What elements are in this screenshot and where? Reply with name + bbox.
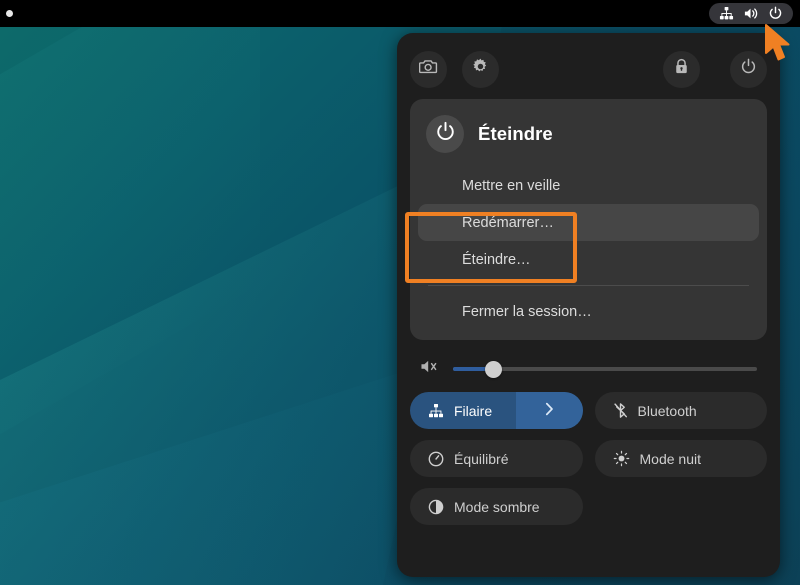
quick-toggle-grid: Filaire Bluetooth Équilibré Mode nuit Mo…: [410, 392, 767, 525]
camera-icon: [418, 58, 438, 80]
tile-label: Mode sombre: [454, 498, 540, 515]
settings-button[interactable]: [462, 50, 499, 88]
system-indicators-button[interactable]: [709, 3, 793, 24]
power-off-menu: Éteindre Mettre en veille Redémarrer… Ét…: [410, 99, 767, 340]
menu-item-log-out[interactable]: Fermer la session…: [418, 293, 759, 330]
desktop-screen: Éteindre Mettre en veille Redémarrer… Ét…: [0, 0, 800, 585]
power-profile-balanced-icon: [428, 451, 444, 467]
top-bar: [0, 0, 800, 27]
tile-label: Bluetooth: [637, 402, 697, 419]
tile-label: Mode nuit: [639, 450, 701, 467]
network-wired-icon: [719, 6, 734, 21]
tile-power-profile[interactable]: Équilibré: [410, 440, 583, 477]
volume-slider-handle[interactable]: [484, 360, 502, 378]
mouse-pointer: [763, 22, 793, 69]
power-button[interactable]: [730, 50, 767, 88]
power-menu-title: Éteindre: [478, 123, 553, 144]
quick-settings-header: [410, 47, 767, 91]
power-menu-badge: [426, 115, 464, 153]
power-menu-header: Éteindre: [410, 109, 767, 167]
volume-slider-row: [410, 352, 767, 386]
screenshot-button[interactable]: [410, 50, 447, 88]
tile-night-light[interactable]: Mode nuit: [594, 440, 767, 477]
menu-separator: [428, 285, 749, 286]
tile-wired-network[interactable]: Filaire: [410, 392, 583, 429]
menu-item-suspend[interactable]: Mettre en veille: [418, 167, 759, 204]
volume-slider[interactable]: [453, 360, 757, 378]
tile-dark-mode[interactable]: Mode sombre: [410, 488, 583, 525]
menu-item-restart[interactable]: Redémarrer…: [418, 204, 759, 241]
network-wired-icon: [428, 403, 444, 419]
tile-bluetooth[interactable]: Bluetooth: [594, 392, 767, 429]
gear-icon: [472, 58, 489, 80]
power-icon: [740, 58, 757, 80]
wired-network-expand-button[interactable]: [515, 392, 583, 429]
tile-label: Équilibré: [454, 450, 509, 467]
night-light-icon: [613, 450, 630, 467]
lock-icon: [674, 58, 689, 80]
menu-item-power-off[interactable]: Éteindre…: [418, 241, 759, 278]
bluetooth-disabled-icon: [613, 402, 628, 419]
chevron-right-icon: [544, 401, 555, 420]
quick-settings-panel: Éteindre Mettre en veille Redémarrer… Ét…: [397, 33, 780, 577]
lock-button[interactable]: [663, 50, 700, 88]
volume-icon: [743, 6, 759, 21]
power-icon: [435, 121, 456, 147]
dark-mode-icon: [428, 499, 444, 515]
power-icon: [768, 6, 783, 21]
tile-label: Filaire: [454, 402, 493, 419]
header-right-group: [663, 50, 767, 88]
activities-indicator-dot[interactable]: [6, 10, 13, 17]
volume-low-icon[interactable]: [420, 358, 439, 380]
